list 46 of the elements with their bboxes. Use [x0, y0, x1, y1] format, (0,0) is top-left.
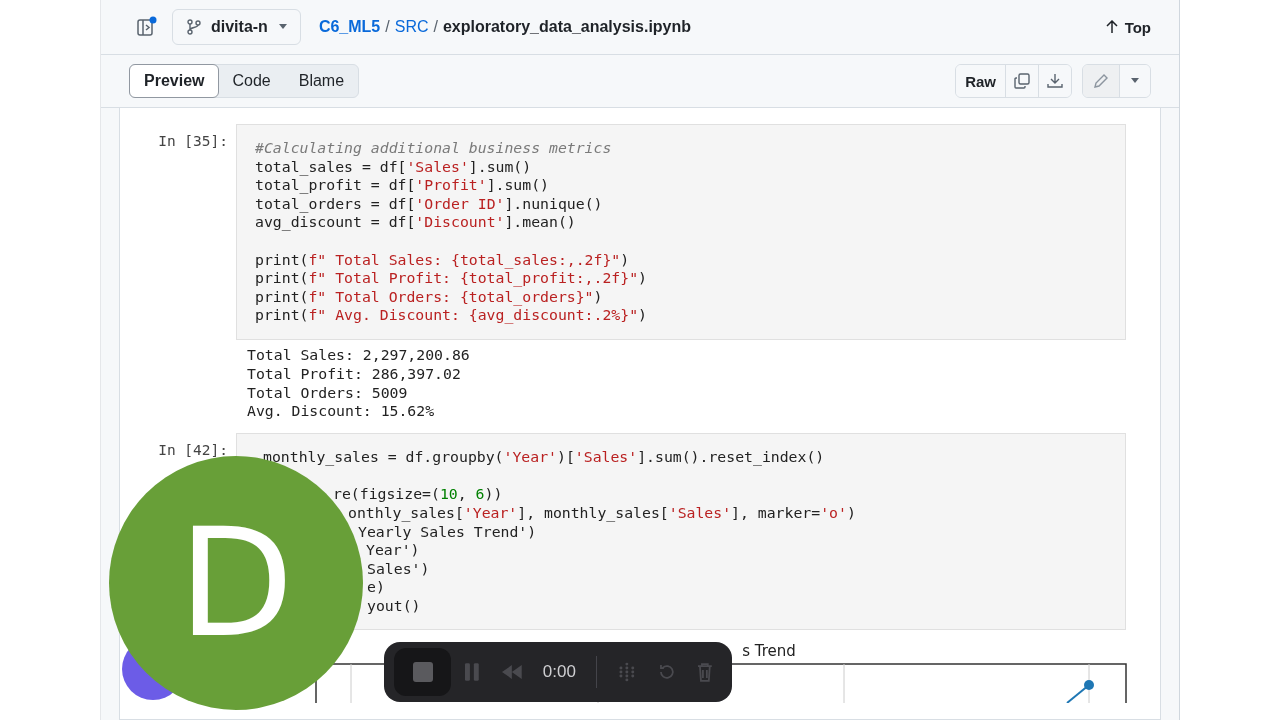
code-line: total_sales = df['Sales'].sum() [255, 157, 532, 175]
output-line: Avg. Discount: 15.62% [247, 402, 435, 420]
edit-button[interactable] [1083, 65, 1119, 97]
breadcrumb-link[interactable]: SRC [394, 18, 429, 36]
stop-button[interactable] [394, 648, 452, 696]
sidebar-toggle-icon[interactable] [136, 16, 158, 38]
code-line: print(f" Avg. Discount: {avg_discount:.2%}") [255, 306, 647, 324]
view-tab[interactable]: Preview [129, 64, 220, 98]
file-name: exploratory_data_analysis.ipynb [442, 18, 692, 36]
code-line: yout() [367, 596, 421, 614]
code-line: print(f" Total Profit: {total_profit:,.2f}") [255, 269, 647, 287]
cell-prompt: In [35]: [157, 132, 229, 149]
view-tab[interactable]: Code [218, 65, 285, 97]
download-button[interactable] [1038, 65, 1071, 97]
arrow-up-icon [1105, 20, 1118, 34]
pause-icon[interactable] [463, 662, 482, 682]
output-line: Total Sales: 2,297,200.86 [247, 345, 470, 363]
branch-icon [187, 19, 201, 35]
cell-prompt: In [42]: [157, 441, 229, 459]
path-separator: / [433, 18, 438, 36]
code-line: Sales') [367, 559, 430, 577]
code-line: total_orders = df['Order ID'].nunique() [255, 194, 603, 212]
recording-timer: 0:00 [542, 662, 576, 682]
output-line: Total Profit: 286,397.02 [247, 364, 461, 382]
copy-icon [1013, 72, 1031, 90]
code-line: avg_discount = df['Discount'].mean() [255, 213, 576, 231]
breadcrumb-link[interactable]: C6_ML5 [318, 18, 381, 36]
branch-selector[interactable]: divita-n [172, 9, 301, 45]
output-line: Total Orders: 5009 [247, 383, 408, 401]
code-line: total_profit = df['Profit'].sum() [255, 176, 549, 194]
path-separator: / [385, 18, 390, 36]
rewind-icon[interactable] [501, 665, 523, 679]
code-line: print(f" Total Orders: {total_orders}") [255, 287, 603, 305]
pencil-icon [1092, 72, 1110, 90]
code-line: print(f" Total Sales: {total_sales:,.2f}") [255, 250, 630, 268]
chart-title: s Trend [742, 642, 796, 661]
download-icon [1046, 72, 1064, 90]
top-link[interactable]: Top [1105, 18, 1151, 36]
delete-icon[interactable] [696, 662, 714, 682]
code-line: Year') [366, 541, 420, 559]
caret-icon [1130, 78, 1140, 84]
code-line: e) [367, 578, 385, 596]
more-options-button[interactable] [1119, 65, 1150, 97]
code-line: #Calculating additional business metrics [255, 139, 612, 156]
view-tab[interactable]: Blame [284, 65, 359, 97]
caret-icon [277, 24, 288, 30]
